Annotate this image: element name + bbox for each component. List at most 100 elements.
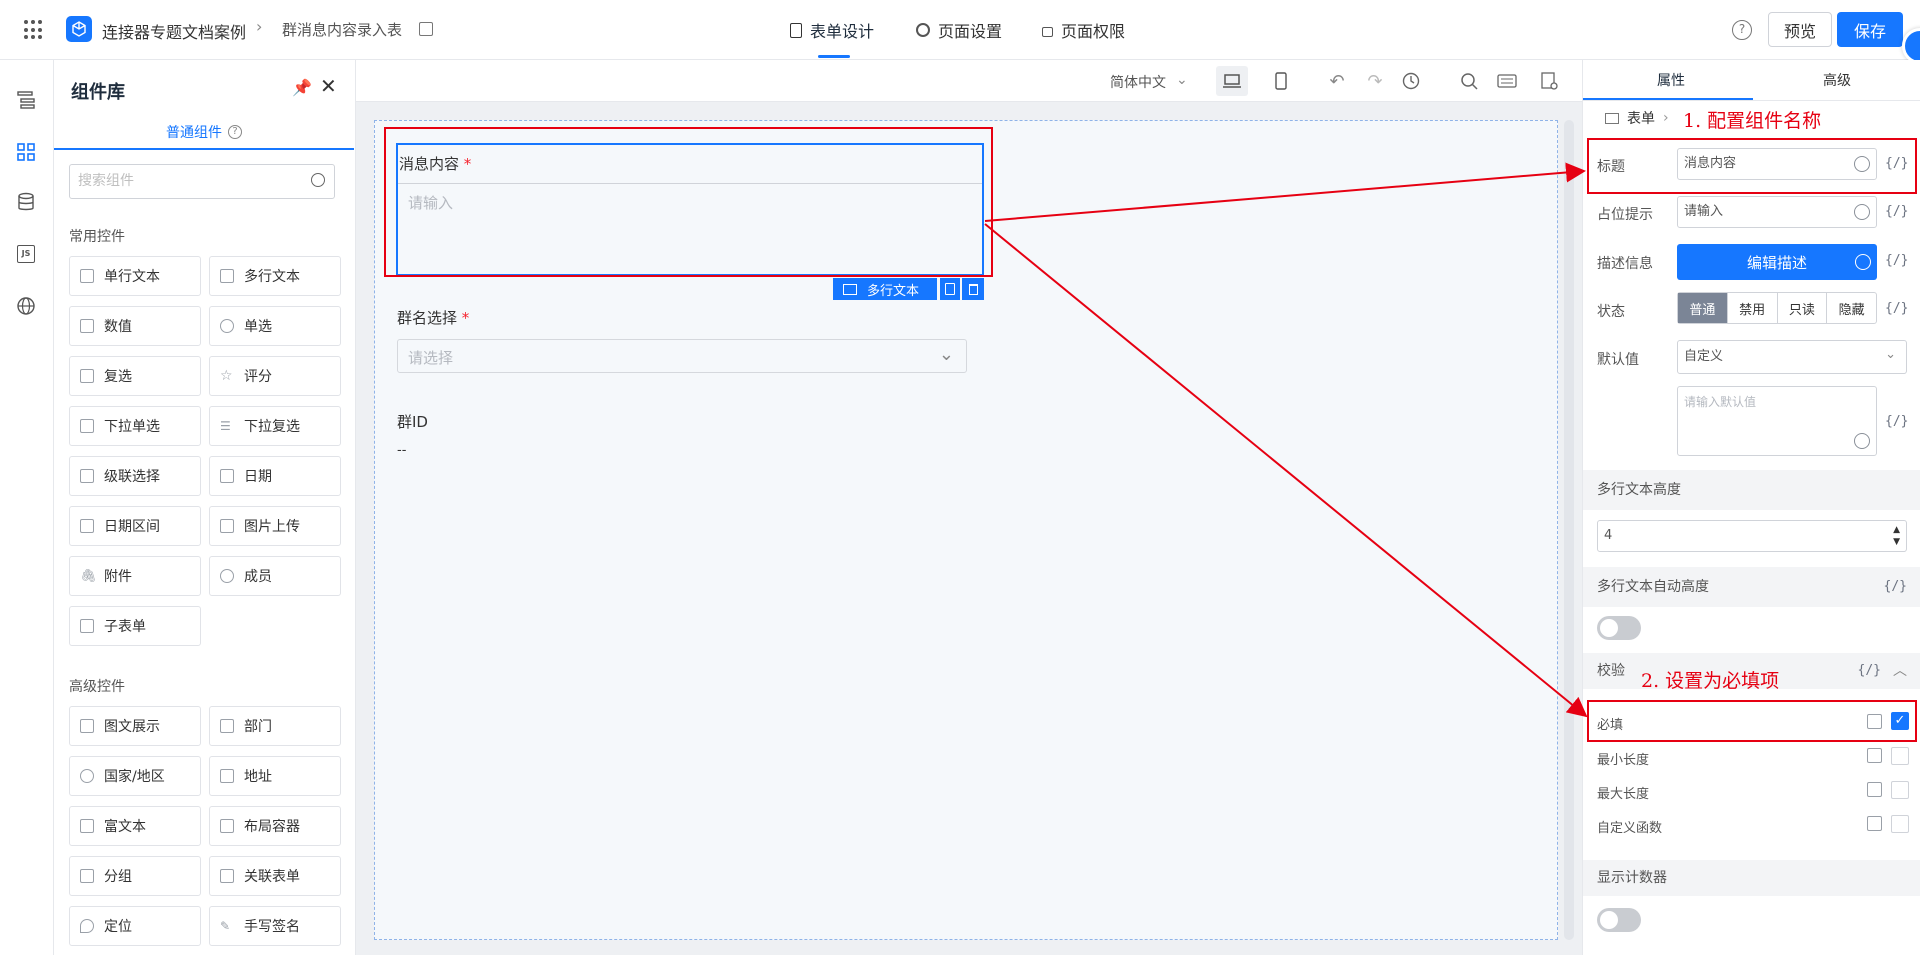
pin-icon[interactable]: 📌 xyxy=(292,78,312,97)
keyboard-icon[interactable] xyxy=(1496,70,1518,92)
canvas-toolbar: 简体中文 ⌄ ↶ ↷ xyxy=(356,60,1582,102)
rule-min-length-edit-icon[interactable] xyxy=(1867,748,1882,763)
rule-max-length-edit-icon[interactable] xyxy=(1867,782,1882,797)
chevron-down-icon: ⌄ xyxy=(1885,347,1896,362)
globe-icon[interactable] xyxy=(14,294,38,318)
language-select[interactable]: 简体中文 ⌄ xyxy=(1110,72,1188,92)
dropdown-icon xyxy=(80,419,94,433)
placeholder-input[interactable]: 请输入 xyxy=(1677,196,1877,228)
help-icon[interactable]: ? xyxy=(228,125,242,139)
component-department[interactable]: 部门 xyxy=(209,706,341,746)
placeholder-formula-icon[interactable]: {/} xyxy=(1885,204,1908,219)
description-formula-icon[interactable]: {/} xyxy=(1885,253,1908,268)
mobile-view-icon[interactable] xyxy=(1270,70,1292,92)
component-rich-text[interactable]: 富文本 xyxy=(69,806,201,846)
component-attachment[interactable]: 🖇 附件 xyxy=(69,556,201,596)
component-linked-form[interactable]: 关联表单 xyxy=(209,856,341,896)
edit-description-button[interactable]: 编辑描述 xyxy=(1677,244,1877,280)
calendar-icon xyxy=(220,469,234,483)
component-group[interactable]: 分组 xyxy=(69,856,201,896)
component-member[interactable]: 成员 xyxy=(209,556,341,596)
tab-page-permissions[interactable]: 页面权限 xyxy=(1042,18,1125,42)
rule-max-length-checkbox[interactable] xyxy=(1891,781,1909,799)
globe-icon[interactable] xyxy=(1854,433,1870,449)
default-value-textarea[interactable]: 请输入默认值 xyxy=(1677,386,1877,456)
state-normal[interactable]: 普通 xyxy=(1678,293,1727,323)
outline-tree-icon[interactable] xyxy=(14,88,38,112)
component-dropdown-single[interactable]: 下拉单选 xyxy=(69,406,201,446)
component-radio[interactable]: 单选 xyxy=(209,306,341,346)
component-search-input[interactable]: 搜索组件 xyxy=(69,164,335,199)
form-settings-icon[interactable] xyxy=(1538,70,1560,92)
redo-icon[interactable]: ↷ xyxy=(1364,70,1386,92)
component-number[interactable]: 数值 xyxy=(69,306,201,346)
state-label: 状态 xyxy=(1597,304,1625,320)
apps-grid-icon[interactable] xyxy=(24,20,44,40)
component-cascade[interactable]: 级联选择 xyxy=(69,456,201,496)
undo-icon[interactable]: ↶ xyxy=(1326,70,1348,92)
close-icon[interactable]: ✕ xyxy=(320,74,337,98)
rule-custom-function-checkbox[interactable] xyxy=(1891,815,1909,833)
component-checkbox[interactable]: 复选 xyxy=(69,356,201,396)
component-address[interactable]: 地址 xyxy=(209,756,341,796)
state-readonly[interactable]: 只读 xyxy=(1776,293,1827,323)
component-single-line-text[interactable]: 单行文本 xyxy=(69,256,201,296)
component-rich-display[interactable]: 图文展示 xyxy=(69,706,201,746)
group-name-select[interactable]: 请选择 ⌄ xyxy=(397,339,967,373)
default-formula-icon[interactable]: {/} xyxy=(1885,414,1908,429)
pen-icon: ✎ xyxy=(220,919,231,933)
component-layout-container[interactable]: 布局容器 xyxy=(209,806,341,846)
js-code-icon[interactable]: JS xyxy=(14,242,38,266)
search-icon[interactable] xyxy=(311,173,325,187)
database-icon[interactable] xyxy=(14,190,38,214)
auto-height-toggle[interactable] xyxy=(1597,616,1641,640)
rule-custom-function-edit-icon[interactable] xyxy=(1867,816,1882,831)
components-grid-icon[interactable] xyxy=(14,140,38,164)
tab-page-settings[interactable]: 页面设置 xyxy=(916,18,1002,42)
height-stepper[interactable]: 4 ▲ ▼ xyxy=(1597,520,1907,552)
app-name[interactable]: 连接器专题文档案例 xyxy=(102,19,246,43)
copy-field-icon[interactable] xyxy=(940,278,960,300)
component-rating[interactable]: ☆ 评分 xyxy=(209,356,341,396)
state-formula-icon[interactable]: {/} xyxy=(1885,301,1908,316)
component-country[interactable]: 国家/地区 xyxy=(69,756,201,796)
component-location[interactable]: 定位 xyxy=(69,906,201,946)
tab-common-components[interactable]: 普通组件 ? xyxy=(166,122,242,142)
component-date-range[interactable]: 日期区间 xyxy=(69,506,201,546)
chevron-up-icon[interactable]: ︿ xyxy=(1893,653,1907,689)
history-clock-icon[interactable] xyxy=(1400,70,1422,92)
globe-icon[interactable] xyxy=(1854,204,1870,220)
stepper-arrows-icon[interactable]: ▲ ▼ xyxy=(1893,521,1900,548)
tab-form-design[interactable]: 表单设计 xyxy=(790,18,874,42)
component-dropdown-multi[interactable]: ☰ 下拉复选 xyxy=(209,406,341,446)
search-icon[interactable] xyxy=(1458,70,1480,92)
edit-name-icon[interactable] xyxy=(419,22,433,36)
rich-display-icon xyxy=(80,719,94,733)
default-mode-select[interactable]: 自定义 ⌄ xyxy=(1677,340,1907,374)
help-icon[interactable]: ? xyxy=(1732,20,1752,40)
component-image-upload[interactable]: 图片上传 xyxy=(209,506,341,546)
save-button[interactable]: 保存 xyxy=(1837,12,1903,47)
document-icon xyxy=(790,22,802,38)
counter-toggle[interactable] xyxy=(1597,908,1641,932)
component-signature[interactable]: ✎ 手写签名 xyxy=(209,906,341,946)
breadcrumb-form[interactable]: 表单 xyxy=(1627,108,1655,128)
canvas-scrollbar[interactable] xyxy=(1564,120,1574,940)
state-hidden[interactable]: 隐藏 xyxy=(1826,293,1876,323)
floating-assistant-icon[interactable] xyxy=(1902,28,1920,64)
component-subform[interactable]: 子表单 xyxy=(69,606,201,646)
component-date[interactable]: 日期 xyxy=(209,456,341,496)
auto-height-formula-icon[interactable]: {/} xyxy=(1884,567,1907,607)
preview-button[interactable]: 预览 xyxy=(1768,12,1832,47)
department-icon xyxy=(220,719,234,733)
delete-field-icon[interactable] xyxy=(962,278,984,300)
rule-min-length-checkbox[interactable] xyxy=(1891,747,1909,765)
validation-formula-icon[interactable]: {/} xyxy=(1858,653,1881,689)
height-section: 多行文本高度 xyxy=(1583,470,1920,510)
desktop-view-icon[interactable] xyxy=(1216,66,1248,96)
component-multi-line-text[interactable]: 多行文本 xyxy=(209,256,341,296)
tab-advanced[interactable]: 高级 xyxy=(1823,70,1851,90)
tab-properties[interactable]: 属性 xyxy=(1657,70,1685,90)
textbox-icon xyxy=(80,269,94,283)
state-disabled[interactable]: 禁用 xyxy=(1726,293,1777,323)
